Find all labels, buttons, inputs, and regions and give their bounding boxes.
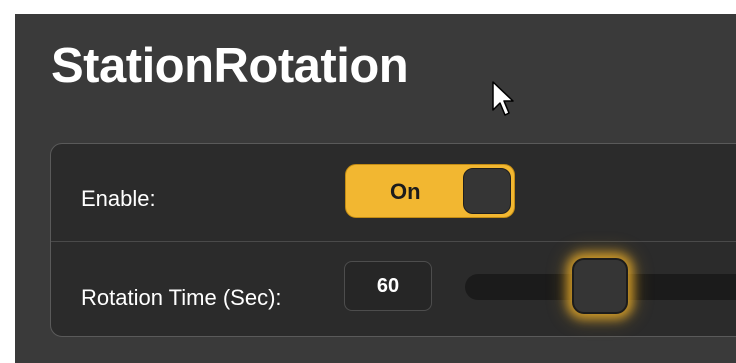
enable-row: Enable: On — [51, 144, 736, 242]
enable-toggle-state: On — [390, 179, 421, 204]
enable-label: Enable: — [81, 186, 156, 211]
page-title: StationRotation — [51, 39, 409, 93]
enable-toggle[interactable]: On — [345, 164, 515, 218]
rotation-time-label: Rotation Time (Sec): — [81, 285, 282, 310]
station-rotation-window: StationRotation Enable: On Rotation Time… — [15, 14, 736, 363]
enable-toggle-knob[interactable] — [463, 168, 511, 214]
rotation-time-value[interactable]: 60 — [344, 261, 432, 311]
rotation-time-slider-thumb[interactable] — [572, 258, 628, 314]
mouse-pointer-icon — [492, 81, 514, 116]
